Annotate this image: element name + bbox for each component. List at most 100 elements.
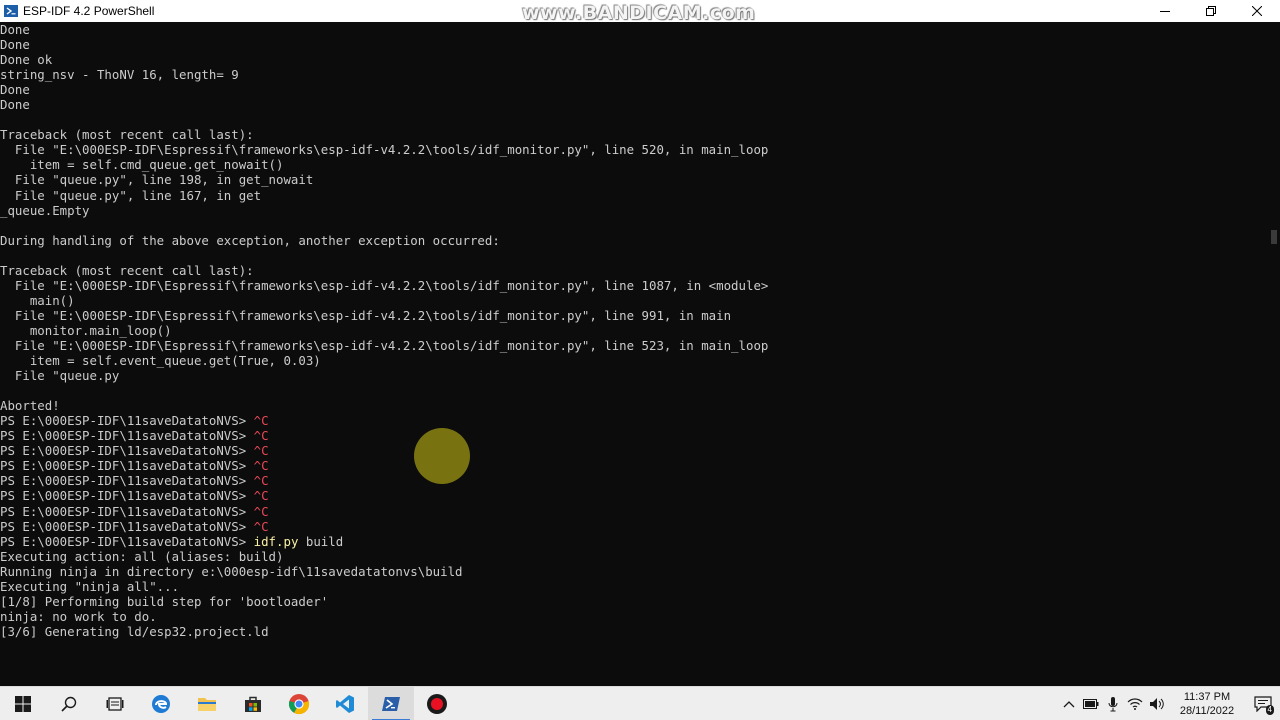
command-text: idf.py — [253, 533, 299, 549]
action-center-button[interactable]: 4 — [1246, 687, 1280, 720]
terminal-line-text: PS E:\000ESP-IDF\11saveDatatoNVS> — [0, 473, 254, 489]
terminal-line-text: [1/8] Performing build step for 'bootloa… — [0, 593, 329, 609]
window-title: ESP-IDF 4.2 PowerShell — [23, 4, 155, 18]
terminal-line: ninja: no work to do. — [0, 609, 1268, 624]
folder-icon — [198, 697, 216, 711]
terminal-line: Executing action: all (aliases: build) — [0, 549, 1268, 564]
ctrl-c-text: ^C — [253, 473, 269, 489]
scrollbar-thumb[interactable] — [1271, 230, 1277, 244]
search-icon — [61, 696, 77, 712]
terminal-line: File "E:\000ESP-IDF\Espressif\frameworks… — [0, 338, 1268, 353]
terminal-line: Traceback (most recent call last): — [0, 127, 1268, 142]
terminal-line-text: File "E:\000ESP-IDF\Espressif\frameworks… — [0, 307, 732, 323]
terminal-line: Executing "ninja all"... — [0, 579, 1268, 594]
terminal-scrollbar[interactable] — [1268, 22, 1280, 686]
clock-date: 28/11/2022 — [1179, 705, 1235, 717]
tray-volume-button[interactable] — [1146, 687, 1168, 720]
ctrl-c-text: ^C — [253, 428, 269, 444]
search-button[interactable] — [46, 687, 92, 720]
window-titlebar[interactable]: ESP-IDF 4.2 PowerShell www.BANDICAM.com — [0, 0, 1280, 24]
terminal-line-text: Traceback (most recent call last): — [0, 262, 254, 278]
tray-battery-icon-button[interactable] — [1080, 687, 1102, 720]
start-button[interactable] — [0, 687, 46, 720]
terminal-line: _queue.Empty — [0, 203, 1268, 218]
command-args-text: build — [298, 533, 344, 549]
close-button[interactable] — [1234, 0, 1280, 22]
show-hidden-icons-button[interactable] — [1058, 687, 1080, 720]
terminal-line: PS E:\000ESP-IDF\11saveDatatoNVS> ^C — [0, 519, 1268, 534]
ctrl-c-text: ^C — [253, 503, 269, 519]
terminal-line: PS E:\000ESP-IDF\11saveDatatoNVS> ^C — [0, 458, 1268, 473]
windows-logo-icon — [15, 695, 31, 712]
terminal-line: During handling of the above exception, … — [0, 233, 1268, 248]
terminal-line-text: Done — [0, 22, 30, 37]
terminal-line: File "queue.py", line 198, in get_nowait — [0, 172, 1268, 187]
terminal-line-text: main() — [0, 292, 75, 308]
terminal-line-text: ninja: no work to do. — [0, 608, 157, 624]
record-icon — [427, 693, 447, 714]
terminal-line: Running ninja in directory e:\000esp-idf… — [0, 564, 1268, 579]
window-controls — [1142, 0, 1280, 22]
terminal-line-text: PS E:\000ESP-IDF\11saveDatatoNVS> — [0, 443, 254, 459]
terminal-line-text: PS E:\000ESP-IDF\11saveDatatoNVS> — [0, 413, 254, 429]
terminal-line: File "E:\000ESP-IDF\Espressif\frameworks… — [0, 142, 1268, 157]
chrome-button[interactable] — [276, 687, 322, 720]
terminal-line: string_nsv - ThoNV 16, length= 9 — [0, 67, 1268, 82]
terminal-line: File "queue.py", line 167, in get — [0, 188, 1268, 203]
terminal-line-text: monitor.main_loop() — [0, 322, 172, 338]
terminal-line: main() — [0, 293, 1268, 308]
taskbar-clock[interactable]: 11:37 PM 28/11/2022 — [1168, 690, 1246, 718]
powershell-button[interactable] — [368, 686, 414, 720]
terminal-line: monitor.main_loop() — [0, 323, 1268, 338]
task-view-button[interactable] — [92, 687, 138, 720]
terminal-line: File "E:\000ESP-IDF\Espressif\frameworks… — [0, 308, 1268, 323]
terminal-line-text: Executing action: all (aliases: build) — [0, 548, 284, 564]
terminal-line: PS E:\000ESP-IDF\11saveDatatoNVS> ^C — [0, 443, 1268, 458]
notification-count-badge: 4 — [1265, 705, 1274, 715]
terminal-line-text: Executing "ninja all"... — [0, 578, 180, 594]
taskbar: 11:37 PM 28/11/2022 4 — [0, 686, 1280, 720]
terminal-line: Done — [0, 97, 1268, 112]
terminal-output[interactable]: Done Done Done ok string_nsv - ThoNV 16, le… — [0, 22, 1268, 686]
terminal-line: PS E:\000ESP-IDF\11saveDatatoNVS> ^C — [0, 473, 1268, 488]
terminal-line: PS E:\000ESP-IDF\11saveDatatoNVS> idf.py… — [0, 534, 1268, 549]
edge-button[interactable] — [138, 687, 184, 720]
terminal-line-text: PS E:\000ESP-IDF\11saveDatatoNVS> — [0, 533, 254, 549]
chrome-icon — [288, 693, 310, 714]
file-explorer-button[interactable] — [184, 687, 230, 720]
vscode-button[interactable] — [322, 687, 368, 720]
close-icon — [1252, 6, 1262, 16]
terminal-line-text: PS E:\000ESP-IDF\11saveDatatoNVS> — [0, 428, 254, 444]
tray-network-button[interactable] — [1124, 687, 1146, 720]
tray-microphone-button[interactable] — [1102, 687, 1124, 720]
powershell-icon — [382, 696, 400, 711]
terminal-line: PS E:\000ESP-IDF\11saveDatatoNVS> ^C — [0, 428, 1268, 443]
store-button[interactable] — [230, 687, 276, 720]
powershell-app-icon — [4, 5, 18, 17]
bandicam-button[interactable] — [414, 687, 460, 720]
battery-icon — [1083, 699, 1099, 709]
system-tray: 11:37 PM 28/11/2022 4 — [1058, 687, 1280, 720]
ctrl-c-text: ^C — [253, 518, 269, 534]
terminal-line: Done — [0, 37, 1268, 52]
maximize-button[interactable] — [1188, 0, 1234, 22]
microphone-icon — [1108, 697, 1118, 712]
terminal-line-text: PS E:\000ESP-IDF\11saveDatatoNVS> — [0, 458, 254, 474]
ctrl-c-text: ^C — [253, 458, 269, 474]
terminal-line-text: _queue.Empty — [0, 202, 90, 218]
terminal-line: [3/6] Generating ld/esp32.project.ld — [0, 624, 1268, 639]
terminal-line-text: File "E:\000ESP-IDF\Espressif\frameworks… — [0, 277, 769, 293]
terminal-line-text: File "queue.py", line 198, in get_nowait — [0, 172, 314, 188]
ctrl-c-text: ^C — [253, 488, 269, 504]
minimize-button[interactable] — [1142, 0, 1188, 22]
restore-icon — [1206, 6, 1216, 16]
terminal-line-text: string_nsv - ThoNV 16, length= 9 — [0, 67, 239, 83]
terminal-line: Done ok — [0, 52, 1268, 67]
minimize-icon — [1160, 11, 1170, 12]
terminal-line-text: PS E:\000ESP-IDF\11saveDatatoNVS> — [0, 518, 254, 534]
terminal-line: Aborted! — [0, 398, 1268, 413]
terminal-line-text: File "E:\000ESP-IDF\Espressif\frameworks… — [0, 142, 769, 158]
